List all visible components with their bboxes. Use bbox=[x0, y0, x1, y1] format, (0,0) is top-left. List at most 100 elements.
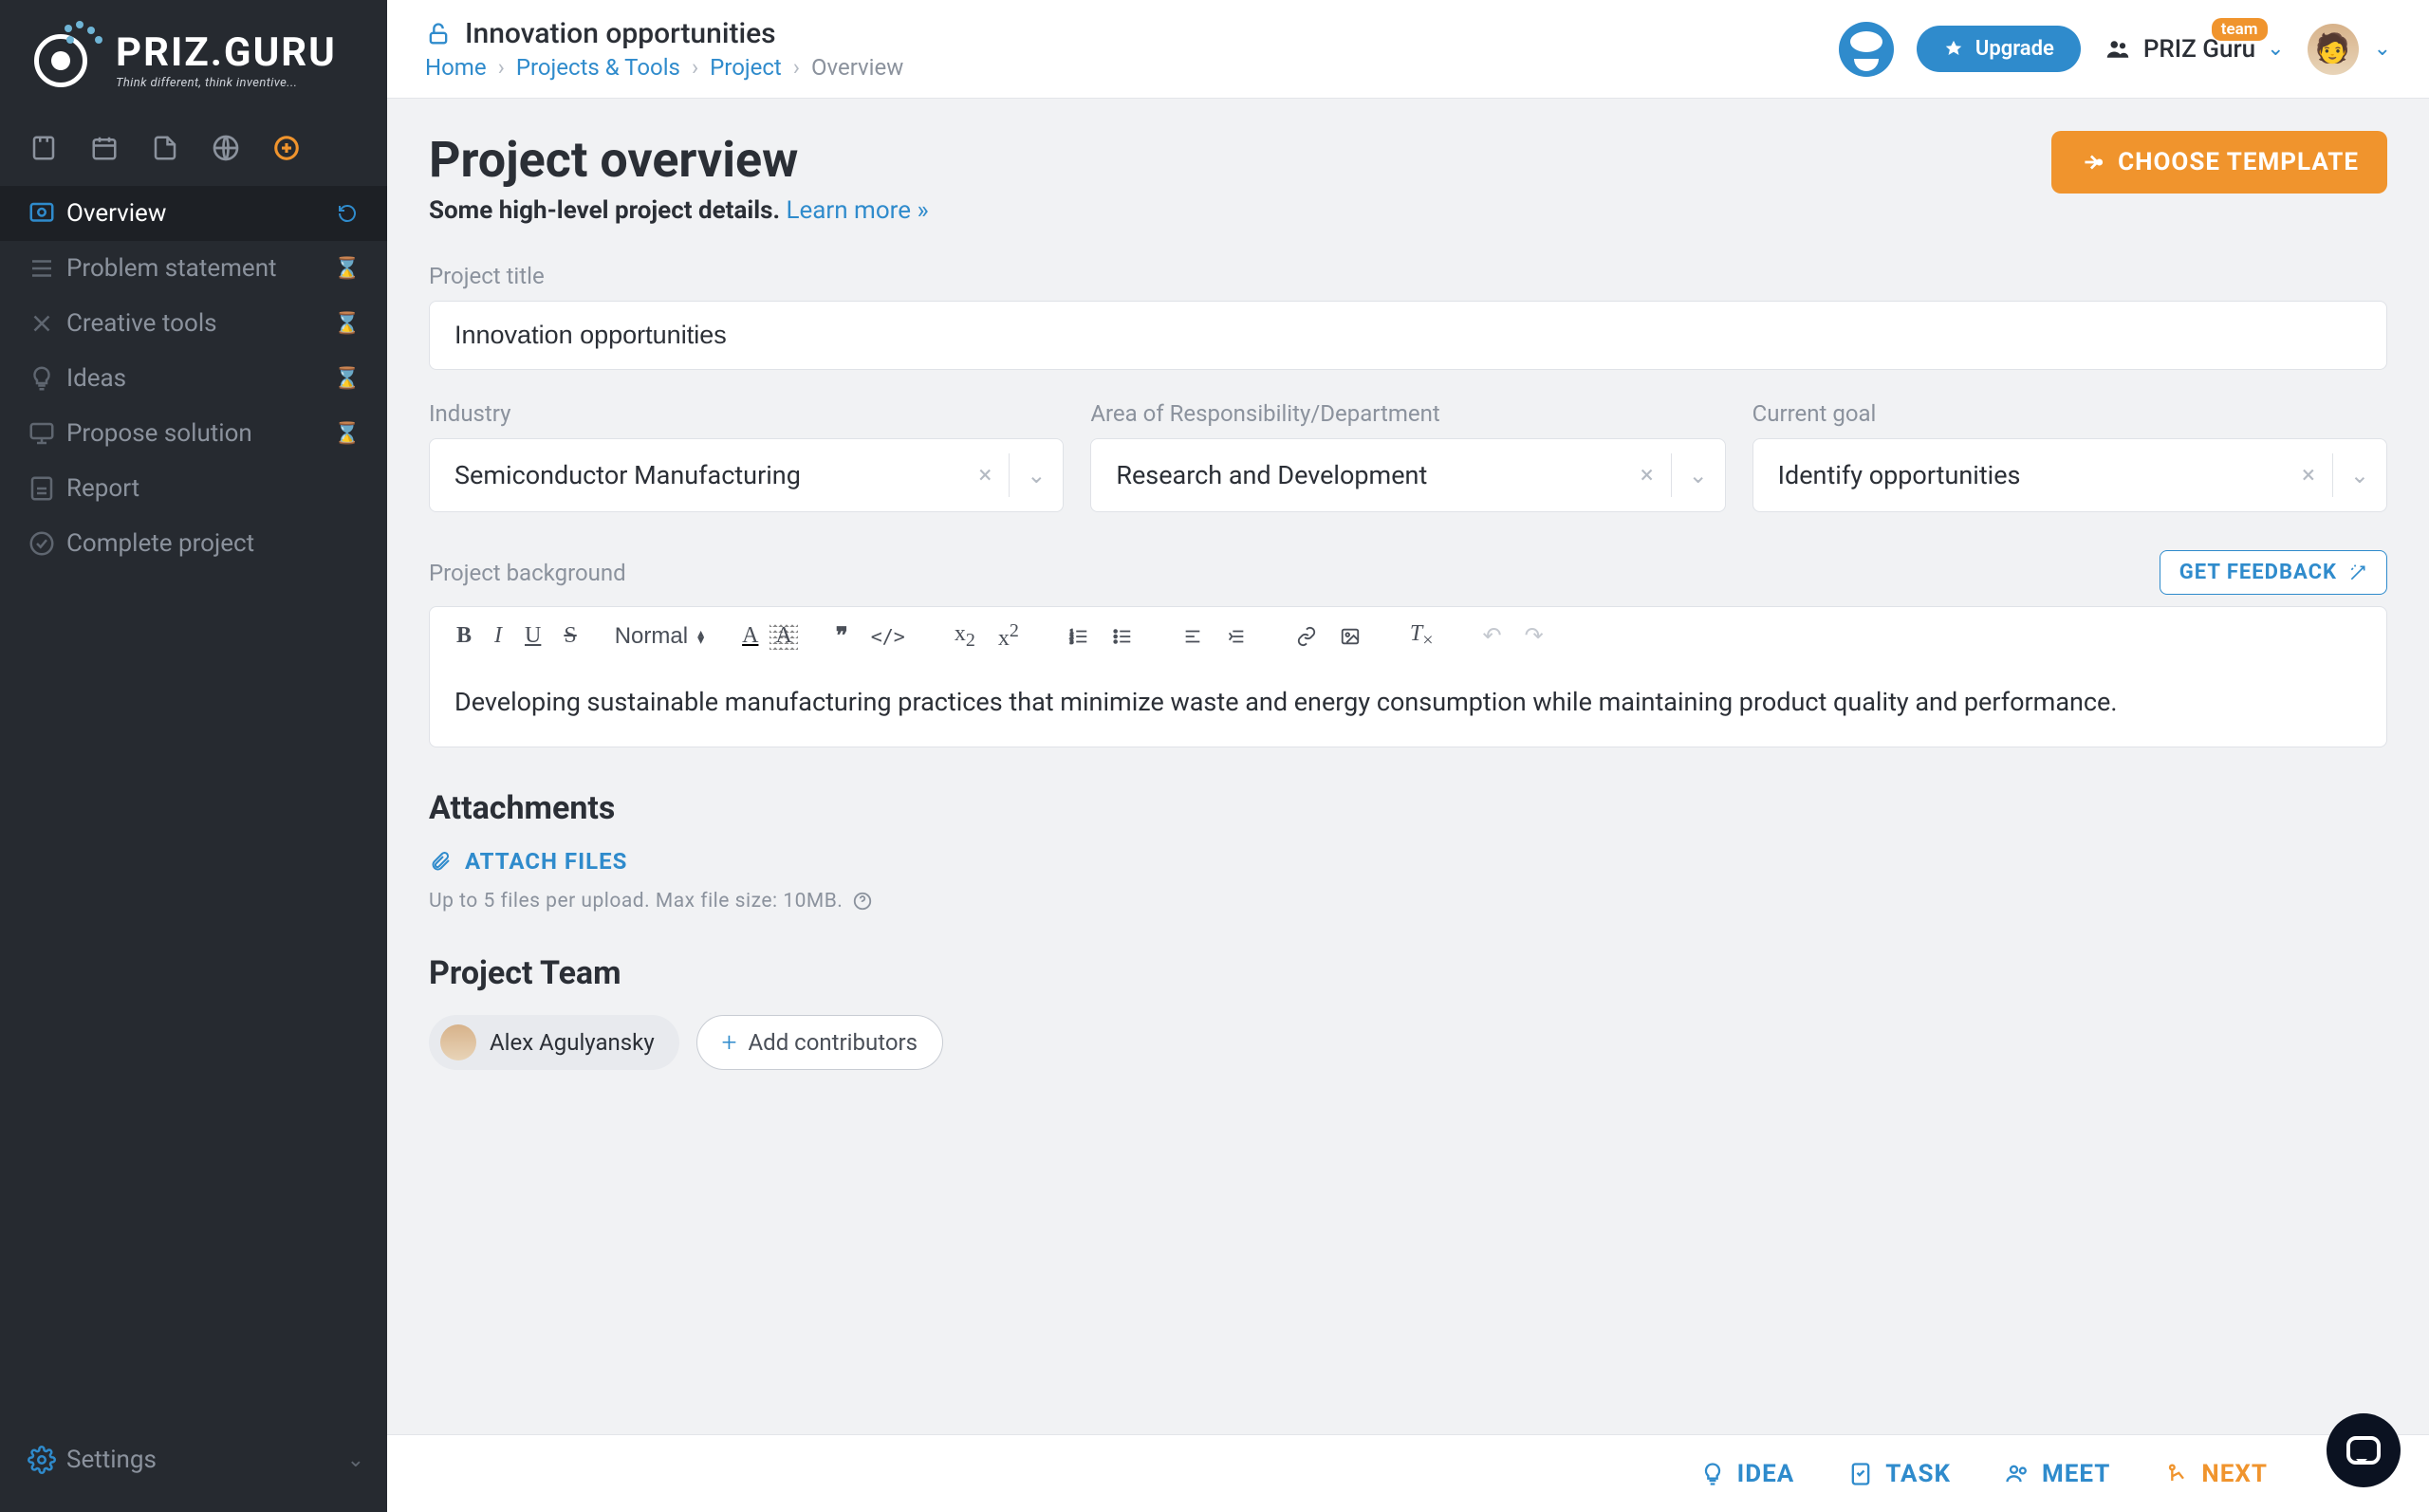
rte-undo[interactable]: ↶ bbox=[1471, 615, 1512, 657]
attach-files-button[interactable]: ATTACH FILES bbox=[429, 848, 2387, 875]
hourglass-icon: ⌛ bbox=[330, 367, 364, 391]
rte-link[interactable] bbox=[1285, 618, 1328, 655]
notes-icon[interactable] bbox=[27, 131, 61, 165]
attach-files-label: ATTACH FILES bbox=[465, 848, 627, 875]
rte-italic[interactable]: I bbox=[483, 616, 513, 656]
upgrade-icon bbox=[1943, 39, 1964, 60]
goal-select[interactable]: Identify opportunities × ⌄ bbox=[1752, 438, 2387, 512]
logo[interactable]: PRIZ.GURU Think different, think inventi… bbox=[0, 0, 387, 112]
rte-ordered-list[interactable]: 123 bbox=[1057, 618, 1101, 655]
rte-unordered-list[interactable] bbox=[1101, 618, 1144, 655]
nav-label: Overview bbox=[66, 199, 330, 228]
rte-paragraph-style[interactable]: Normal▴▾ bbox=[615, 623, 704, 650]
page-lock-title: Innovation opportunities bbox=[425, 17, 1839, 50]
breadcrumbs: Home › Projects & Tools › Project › Over… bbox=[425, 54, 1839, 81]
overview-icon bbox=[23, 199, 61, 228]
settings-button[interactable]: Settings ⌄ bbox=[23, 1446, 364, 1474]
project-name: Innovation opportunities bbox=[465, 17, 776, 50]
department-value: Research and Development bbox=[1091, 460, 1622, 490]
clear-icon[interactable]: × bbox=[1623, 461, 1671, 489]
rte-align[interactable] bbox=[1171, 618, 1214, 655]
nav-creative-tools[interactable]: Creative tools ⌛ bbox=[0, 296, 387, 351]
rte-color[interactable]: A bbox=[731, 616, 769, 656]
user-chevron-icon[interactable]: ⌄ bbox=[2374, 37, 2391, 61]
bc-project[interactable]: Project bbox=[710, 54, 782, 81]
bc-home[interactable]: Home bbox=[425, 54, 487, 81]
footer-next[interactable]: NEXT bbox=[2163, 1460, 2268, 1488]
sidebar-footer: Settings ⌄ bbox=[0, 1425, 387, 1512]
rte-redo[interactable]: ↷ bbox=[1513, 615, 1555, 657]
choose-template-label: CHOOSE TEMPLATE bbox=[2118, 148, 2359, 176]
chevron-down-icon[interactable]: ⌄ bbox=[1672, 462, 1725, 489]
rte-quote[interactable]: ❞ bbox=[825, 615, 860, 657]
chevron-down-icon: ⌄ bbox=[347, 1448, 364, 1472]
rte-content[interactable]: Developing sustainable manufacturing pra… bbox=[430, 666, 2386, 747]
rte-clear-format[interactable]: T× bbox=[1399, 614, 1445, 659]
nav-label: Report bbox=[66, 474, 364, 503]
logo-text: PRIZ.GURU Think different, think inventi… bbox=[116, 33, 337, 89]
chevron-down-icon[interactable]: ⌄ bbox=[2333, 462, 2386, 489]
nav-complete-project[interactable]: Complete project bbox=[0, 516, 387, 571]
add-contributors-button[interactable]: + Add contributors bbox=[696, 1015, 943, 1070]
rte-code[interactable]: </> bbox=[860, 618, 917, 655]
project-title-input[interactable] bbox=[429, 301, 2387, 370]
footer-bar: IDEA TASK MEET NEXT bbox=[387, 1434, 2429, 1512]
member-name: Alex Agulyansky bbox=[490, 1029, 655, 1056]
industry-select[interactable]: Semiconductor Manufacturing × ⌄ bbox=[429, 438, 1064, 512]
rte-bold[interactable]: B bbox=[445, 616, 483, 656]
team-heading: Project Team bbox=[429, 954, 2387, 992]
hourglass-icon: ⌛ bbox=[330, 422, 364, 446]
rte-subscript[interactable]: x2 bbox=[943, 614, 987, 659]
learn-more-link[interactable]: Learn more » bbox=[787, 196, 929, 225]
clear-icon[interactable]: × bbox=[2285, 461, 2332, 489]
get-feedback-button[interactable]: GET FEEDBACK bbox=[2160, 550, 2387, 595]
rte-strike[interactable]: S bbox=[552, 616, 587, 656]
nav-propose-solution[interactable]: Propose solution ⌛ bbox=[0, 406, 387, 461]
add-contributors-label: Add contributors bbox=[749, 1029, 918, 1056]
chevron-down-icon[interactable]: ⌄ bbox=[1010, 462, 1063, 489]
globe-icon[interactable] bbox=[209, 131, 243, 165]
document-icon[interactable] bbox=[148, 131, 182, 165]
label-background: Project background bbox=[429, 560, 626, 586]
bulb-icon bbox=[1699, 1461, 1726, 1487]
bc-sep: › bbox=[692, 54, 698, 81]
team-dropdown[interactable]: team PRIZ Guru ⌄ bbox=[2104, 35, 2285, 64]
rte-underline[interactable]: U bbox=[513, 616, 552, 656]
rte-toolbar: B I U S Normal▴▾ A A ❞ </> x2 x2 123 bbox=[430, 607, 2386, 666]
calendar-icon[interactable] bbox=[87, 131, 121, 165]
nav-report[interactable]: Report bbox=[0, 461, 387, 516]
rte-image[interactable] bbox=[1328, 618, 1372, 655]
bulb-icon bbox=[23, 364, 61, 393]
nav-overview[interactable]: Overview bbox=[0, 186, 387, 241]
task-icon bbox=[1847, 1461, 1874, 1487]
footer-meet[interactable]: MEET bbox=[2004, 1460, 2110, 1488]
user-avatar[interactable]: 🧑 bbox=[2308, 24, 2359, 75]
footer-task[interactable]: TASK bbox=[1847, 1460, 1951, 1488]
page-title: Project overview bbox=[429, 131, 929, 189]
chat-bubble-button[interactable] bbox=[2327, 1413, 2401, 1487]
nav-ideas[interactable]: Ideas ⌛ bbox=[0, 351, 387, 406]
rte-superscript[interactable]: x2 bbox=[987, 613, 1030, 659]
settings-label: Settings bbox=[66, 1446, 347, 1474]
rte-indent[interactable] bbox=[1214, 618, 1258, 655]
refresh-icon bbox=[330, 202, 364, 225]
label-goal: Current goal bbox=[1752, 400, 2387, 427]
help-icon[interactable] bbox=[852, 891, 873, 912]
bc-overview: Overview bbox=[811, 54, 903, 81]
clear-icon[interactable]: × bbox=[961, 461, 1009, 489]
department-select[interactable]: Research and Development × ⌄ bbox=[1090, 438, 1725, 512]
rte-highlight[interactable]: A bbox=[769, 621, 797, 651]
add-icon[interactable] bbox=[269, 131, 304, 165]
assistant-avatar[interactable] bbox=[1839, 22, 1894, 77]
choose-template-button[interactable]: CHOOSE TEMPLATE bbox=[2051, 131, 2387, 194]
bc-sep: › bbox=[498, 54, 505, 81]
lock-open-icon bbox=[425, 21, 452, 47]
upgrade-button[interactable]: Upgrade bbox=[1917, 26, 2081, 72]
plus-icon: + bbox=[722, 1026, 737, 1058]
logo-mark-icon bbox=[34, 27, 102, 95]
team-member[interactable]: Alex Agulyansky bbox=[429, 1015, 679, 1070]
bc-projects-tools[interactable]: Projects & Tools bbox=[516, 54, 680, 81]
footer-idea[interactable]: IDEA bbox=[1699, 1460, 1795, 1488]
label-department: Area of Responsibility/Department bbox=[1090, 400, 1725, 427]
nav-problem-statement[interactable]: Problem statement ⌛ bbox=[0, 241, 387, 296]
